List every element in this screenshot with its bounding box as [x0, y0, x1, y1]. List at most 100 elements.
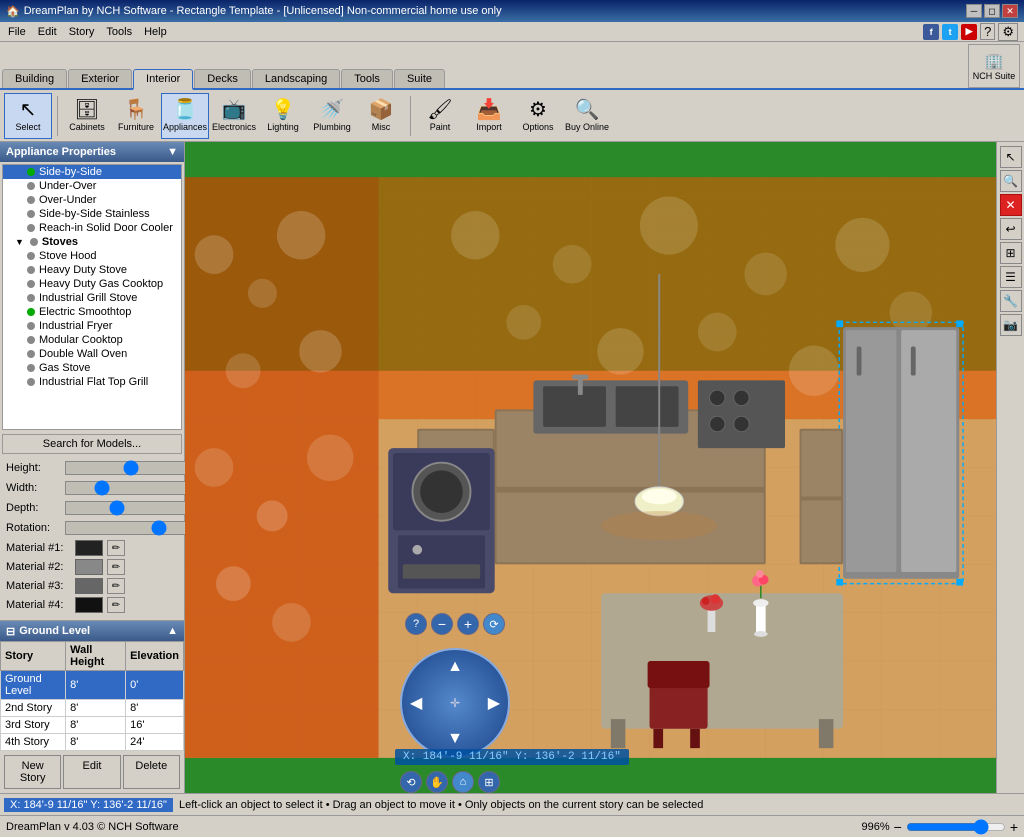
toolbar-plumbing[interactable]: 🚿 Plumbing	[308, 93, 356, 139]
tree-item-electrico[interactable]: Electric Smoothtop	[3, 305, 181, 319]
menu-story[interactable]: Story	[63, 24, 101, 40]
tree-item-grillstove[interactable]: Industrial Grill Stove	[3, 291, 181, 305]
nav-question-btn[interactable]: ?	[405, 613, 427, 635]
nav-minus-btn[interactable]: −	[431, 613, 453, 635]
rt-zoom-btn[interactable]: 🔍	[1000, 170, 1022, 192]
new-story-btn[interactable]: New Story	[4, 755, 61, 789]
rotation-slider[interactable]	[65, 521, 196, 535]
toolbar-import[interactable]: 📥 Import	[465, 93, 513, 139]
3d-viewport[interactable]: ? − + ⟳ ▲ ▼ ◀ ▶ ✛ ⟲ ✋ ⌂ ⊞ X: 184'-9 11/1…	[185, 142, 996, 793]
toolbar-buy-online[interactable]: 🔍 Buy Online	[563, 93, 611, 139]
nav-up-arrow[interactable]: ▲	[447, 658, 463, 676]
mat1-swatch[interactable]	[75, 540, 103, 556]
mat3-swatch[interactable]	[75, 578, 103, 594]
toolbar-electronics[interactable]: 📺 Electronics	[210, 93, 258, 139]
edit-story-btn[interactable]: Edit	[63, 755, 120, 789]
tree-item-sidebyside[interactable]: Side-by-Side	[3, 165, 181, 179]
tree-item-sidebyside-stainless[interactable]: Side-by-Side Stainless	[3, 207, 181, 221]
zoom-minus-btn[interactable]: −	[894, 819, 902, 835]
mat4-swatch[interactable]	[75, 597, 103, 613]
twitter-btn[interactable]: t	[942, 24, 958, 40]
mat2-edit-btn[interactable]: ✏	[107, 559, 125, 575]
toolbar-cabinets[interactable]: 🗄 Cabinets	[63, 93, 111, 139]
facebook-btn[interactable]: f	[923, 24, 939, 40]
tab-landscaping[interactable]: Landscaping	[252, 69, 340, 88]
tab-decks[interactable]: Decks	[194, 69, 251, 88]
nav-fit-btn[interactable]: ⊞	[478, 771, 500, 793]
story-row-4th[interactable]: 4th Story 8' 24'	[1, 734, 184, 751]
close-btn[interactable]: ✕	[1002, 4, 1018, 18]
zoom-plus-btn[interactable]: +	[1010, 819, 1018, 835]
menu-edit[interactable]: Edit	[32, 24, 63, 40]
story-row-3rd[interactable]: 3rd Story 8' 16'	[1, 717, 184, 734]
tab-tools[interactable]: Tools	[341, 69, 393, 88]
menu-file[interactable]: File	[2, 24, 32, 40]
tab-interior[interactable]: Interior	[133, 69, 193, 90]
tree-item-heavystove[interactable]: Heavy Duty Stove	[3, 263, 181, 277]
nav-pan-btn[interactable]: ✋	[426, 771, 448, 793]
nav-home-btn[interactable]: ⌂	[452, 771, 474, 793]
toolbar-misc[interactable]: 📦 Misc	[357, 93, 405, 139]
tab-building[interactable]: Building	[2, 69, 67, 88]
help-icon-btn[interactable]: ?	[980, 23, 995, 40]
nav-down-arrow[interactable]: ▼	[447, 730, 463, 748]
restore-btn[interactable]: ◻	[984, 4, 1000, 18]
tree-item-flattopgrill[interactable]: Industrial Flat Top Grill	[3, 375, 181, 389]
nav-rotate-btn[interactable]: ⟳	[483, 613, 505, 635]
tree-item-overunder[interactable]: Over-Under	[3, 193, 181, 207]
nav-center[interactable]: ✛	[450, 696, 460, 710]
story-elev-3rd: 16'	[126, 717, 184, 734]
tree-item-modular[interactable]: Modular Cooktop	[3, 333, 181, 347]
tab-exterior[interactable]: Exterior	[68, 69, 132, 88]
tree-item-doubleoven[interactable]: Double Wall Oven	[3, 347, 181, 361]
nav-orbit-btn[interactable]: ⟲	[400, 771, 422, 793]
ground-expand-btn[interactable]: ▲	[167, 625, 178, 637]
tab-suite[interactable]: Suite	[394, 69, 445, 88]
rt-tools-btn[interactable]: 🔧	[1000, 290, 1022, 312]
title-bar-controls[interactable]: ─ ◻ ✕	[966, 4, 1018, 18]
story-row-ground[interactable]: Ground Level 8' 0'	[1, 671, 184, 700]
toolbar-options[interactable]: ⚙ Options	[514, 93, 562, 139]
rt-grid-btn[interactable]: ⊞	[1000, 242, 1022, 264]
search-models-btn[interactable]: Search for Models...	[2, 434, 182, 454]
zoom-slider[interactable]	[906, 821, 1006, 833]
width-slider[interactable]	[65, 481, 196, 495]
youtube-btn[interactable]: ▶	[961, 24, 977, 40]
minimize-btn[interactable]: ─	[966, 4, 982, 18]
toolbar-select[interactable]: ↖ Select	[4, 93, 52, 139]
rt-close-btn[interactable]: ✕	[1000, 194, 1022, 216]
nav-circle[interactable]: ▲ ▼ ◀ ▶ ✛	[400, 648, 510, 758]
rt-cursor-btn[interactable]: ↖	[1000, 146, 1022, 168]
mat3-edit-btn[interactable]: ✏	[107, 578, 125, 594]
toolbar-lighting[interactable]: 💡 Lighting	[259, 93, 307, 139]
toolbar-appliances[interactable]: 🫙 Appliances	[161, 93, 209, 139]
rt-camera-btn[interactable]: 📷	[1000, 314, 1022, 336]
appliance-tree[interactable]: Side-by-Side Under-Over Over-Under Side-…	[2, 164, 182, 430]
tree-item-fryer[interactable]: Industrial Fryer	[3, 319, 181, 333]
nav-plus-btn[interactable]: +	[457, 613, 479, 635]
tree-item-underover[interactable]: Under-Over	[3, 179, 181, 193]
tree-item-stoves[interactable]: ▼ Stoves	[3, 235, 181, 249]
rt-layers-btn[interactable]: ☰	[1000, 266, 1022, 288]
settings-btn[interactable]: ⚙	[998, 23, 1018, 41]
nav-left-arrow[interactable]: ◀	[410, 693, 422, 713]
tree-item-reachin[interactable]: Reach-in Solid Door Cooler	[3, 221, 181, 235]
mat1-edit-btn[interactable]: ✏	[107, 540, 125, 556]
tree-item-gasCooktop[interactable]: Heavy Duty Gas Cooktop	[3, 277, 181, 291]
nch-suite-btn[interactable]: 🏢 NCH Suite	[968, 44, 1020, 88]
appliance-collapse-btn[interactable]: ▼	[167, 146, 178, 158]
delete-story-btn[interactable]: Delete	[123, 755, 180, 789]
rt-undo-btn[interactable]: ↩	[1000, 218, 1022, 240]
menu-tools[interactable]: Tools	[100, 24, 138, 40]
toolbar-paint[interactable]: 🖌 Paint	[416, 93, 464, 139]
menu-help[interactable]: Help	[138, 24, 173, 40]
tree-item-stovehood[interactable]: Stove Hood	[3, 249, 181, 263]
mat2-swatch[interactable]	[75, 559, 103, 575]
mat4-edit-btn[interactable]: ✏	[107, 597, 125, 613]
nav-right-arrow[interactable]: ▶	[488, 693, 500, 713]
tree-item-gasstove[interactable]: Gas Stove	[3, 361, 181, 375]
height-slider[interactable]	[65, 461, 196, 475]
depth-slider[interactable]	[65, 501, 196, 515]
story-row-2nd[interactable]: 2nd Story 8' 8'	[1, 700, 184, 717]
toolbar-furniture[interactable]: 🪑 Furniture	[112, 93, 160, 139]
